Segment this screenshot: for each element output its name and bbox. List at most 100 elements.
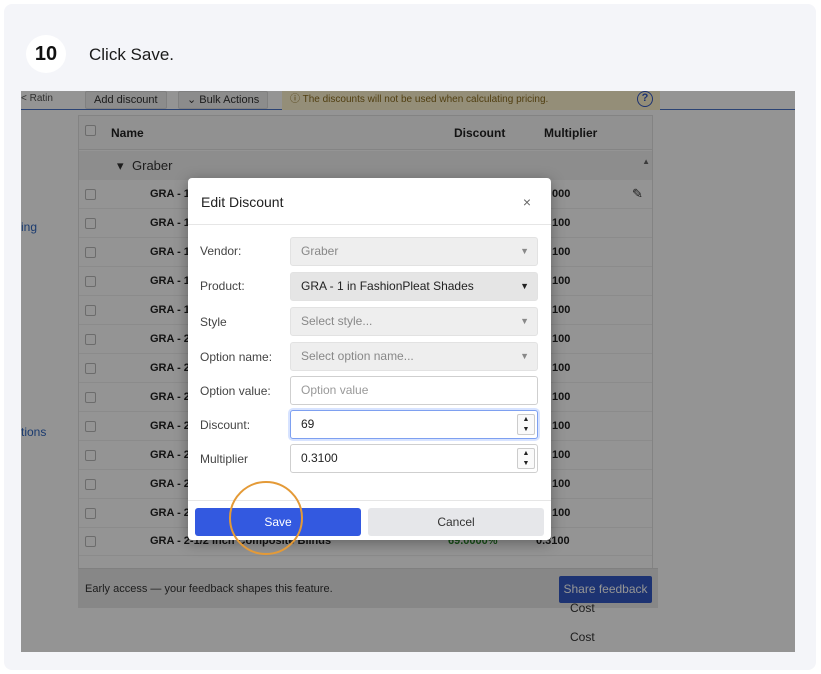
row-checkbox[interactable]: [85, 450, 96, 461]
sidebar-link-options[interactable]: tions: [21, 425, 46, 439]
multiplier-input[interactable]: 0.3100 ▲ ▼: [290, 444, 538, 473]
cost-label: Cost: [570, 601, 595, 615]
divider: [188, 500, 551, 501]
group-label: Graber: [132, 158, 173, 173]
vendor-select[interactable]: Graber ▼: [290, 237, 538, 266]
row-multiplier: 100: [552, 507, 571, 519]
row-multiplier: 100: [552, 478, 571, 490]
discount-input[interactable]: 69 ▲ ▼: [290, 410, 538, 439]
style-select[interactable]: Select style... ▼: [290, 307, 538, 336]
save-button[interactable]: Save: [195, 508, 361, 536]
row-name: GRA - 1: [150, 217, 190, 229]
stepper-up-icon[interactable]: ▲: [518, 449, 534, 459]
row-name: GRA - 1: [150, 304, 190, 316]
row-name: GRA - 2: [150, 391, 190, 403]
row-multiplier: 100: [552, 246, 571, 258]
caret-down-icon: ▼: [520, 281, 529, 291]
caret-down-icon: ▾: [117, 158, 124, 173]
column-header-discount[interactable]: Discount: [454, 126, 505, 140]
row-name: GRA - 2: [150, 362, 190, 374]
select-all-checkbox[interactable]: [85, 125, 96, 136]
stepper-down-icon[interactable]: ▼: [518, 459, 534, 469]
row-checkbox[interactable]: [85, 189, 96, 200]
help-icon[interactable]: ?: [637, 91, 653, 107]
option-value-input[interactable]: Option value: [290, 376, 538, 405]
close-icon[interactable]: ×: [523, 194, 531, 210]
vendor-value: Graber: [301, 244, 339, 258]
multiplier-stepper[interactable]: ▲ ▼: [517, 448, 535, 469]
row-checkbox[interactable]: [85, 536, 96, 547]
caret-down-icon: ▼: [520, 316, 529, 326]
row-checkbox[interactable]: [85, 479, 96, 490]
row-name: GRA - 2: [150, 420, 190, 432]
feedback-text: Early access — your feedback shapes this…: [85, 583, 333, 595]
row-multiplier: 100: [552, 391, 571, 403]
divider: [188, 224, 551, 225]
row-checkbox[interactable]: [85, 392, 96, 403]
table-header: Name Discount Multiplier: [79, 116, 652, 150]
toolbar: < Ratin Add discount ⌄ Bulk Actions ⓘ Th…: [21, 91, 795, 110]
row-checkbox[interactable]: [85, 508, 96, 519]
cost-label: Cost: [570, 630, 595, 644]
discount-label: Discount:: [200, 418, 251, 432]
cancel-button[interactable]: Cancel: [368, 508, 544, 536]
option-name-label: Option name:: [200, 350, 273, 364]
add-discount-button[interactable]: Add discount: [85, 91, 167, 109]
row-checkbox[interactable]: [85, 276, 96, 287]
stepper-up-icon[interactable]: ▲: [518, 415, 534, 425]
option-name-select[interactable]: Select option name... ▼: [290, 342, 538, 371]
row-checkbox[interactable]: [85, 218, 96, 229]
row-multiplier: 100: [552, 217, 571, 229]
step-number-badge: 10: [26, 35, 66, 73]
column-header-name[interactable]: Name: [111, 126, 144, 140]
product-label: Product:: [200, 279, 245, 293]
product-select[interactable]: GRA - 1 in FashionPleat Shades ▼: [290, 272, 538, 301]
row-name: GRA - 2: [150, 507, 190, 519]
row-name: GRA - 2: [150, 449, 190, 461]
option-name-placeholder: Select option name...: [301, 349, 414, 363]
pencil-icon[interactable]: ✎: [632, 186, 643, 202]
multiplier-label: Multiplier: [200, 452, 249, 466]
stepper-down-icon[interactable]: ▼: [518, 425, 534, 435]
bulk-actions-button[interactable]: ⌄ Bulk Actions: [178, 91, 269, 109]
warning-text: The discounts will not be used when calc…: [302, 94, 549, 105]
warning-icon: ⓘ: [290, 94, 303, 105]
option-value-label: Option value:: [200, 384, 271, 398]
caret-down-icon: ▼: [520, 246, 529, 256]
vendor-label: Vendor:: [200, 244, 242, 258]
sidebar-link-pricing[interactable]: ing: [21, 220, 37, 234]
row-multiplier: 100: [552, 333, 571, 345]
row-multiplier: 100: [552, 304, 571, 316]
row-checkbox[interactable]: [85, 421, 96, 432]
group-row[interactable]: ▾ Graber: [79, 151, 652, 180]
row-name: GRA - 1: [150, 275, 190, 287]
row-multiplier: 100: [552, 420, 571, 432]
scroll-up-icon[interactable]: ▲: [642, 157, 650, 166]
row-name: GRA - 2: [150, 333, 190, 345]
option-value-placeholder: Option value: [301, 383, 369, 397]
row-name: GRA - 2: [150, 478, 190, 490]
row-checkbox[interactable]: [85, 363, 96, 374]
style-label: Style: [200, 315, 227, 329]
product-value: GRA - 1 in FashionPleat Shades: [301, 279, 474, 293]
edit-discount-dialog: Edit Discount × Vendor: Graber ▼ Product…: [188, 178, 551, 540]
share-feedback-button[interactable]: Share feedback: [559, 576, 652, 603]
row-name: GRA - 1: [150, 246, 190, 258]
back-link[interactable]: < Ratin: [21, 93, 53, 104]
discount-stepper[interactable]: ▲ ▼: [517, 414, 535, 435]
row-multiplier: 000: [552, 188, 571, 200]
caret-down-icon: ▼: [520, 351, 529, 361]
bulk-actions-label: Bulk Actions: [199, 94, 260, 106]
style-placeholder: Select style...: [301, 314, 373, 328]
row-multiplier: 100: [552, 449, 571, 461]
row-multiplier: 100: [552, 275, 571, 287]
row-checkbox[interactable]: [85, 305, 96, 316]
step-instruction: Click Save.: [89, 45, 175, 64]
row-checkbox[interactable]: [85, 334, 96, 345]
dialog-title: Edit Discount: [201, 194, 284, 210]
row-checkbox[interactable]: [85, 247, 96, 258]
column-header-multiplier[interactable]: Multiplier: [544, 126, 597, 140]
discount-value: 69: [301, 417, 315, 431]
multiplier-value: 0.3100: [301, 451, 338, 465]
pricing-warning: ⓘ The discounts will not be used when ca…: [282, 91, 660, 110]
